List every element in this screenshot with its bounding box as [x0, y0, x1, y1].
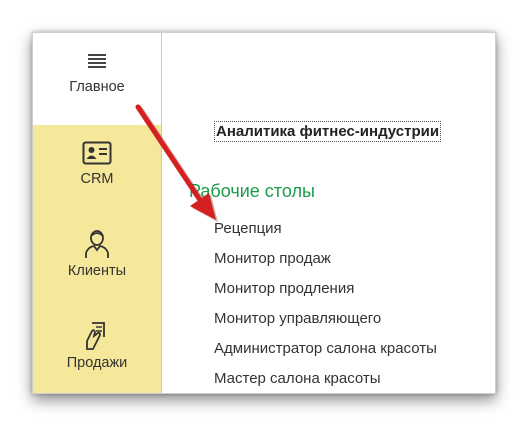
sidebar-item-label: Клиенты [67, 263, 127, 279]
main-content: Аналитика фитнес-индустрии Рабочие столы… [162, 33, 495, 393]
list-item-sales-monitor[interactable]: Монитор продаж [214, 249, 437, 279]
section-analytics-link[interactable]: Аналитика фитнес-индустрии [214, 121, 442, 142]
list-item-salon-master[interactable]: Мастер салона красоты [214, 369, 437, 393]
sidebar-item-crm[interactable]: CRM [33, 125, 161, 217]
menu-lines-icon [88, 54, 106, 68]
list-item-manager-monitor[interactable]: Монитор управляющего [214, 309, 437, 339]
sidebar-item-clients[interactable]: Клиенты [33, 217, 161, 309]
app-window: Главное CRM Клиенты Продажи Аналитика фи… [32, 32, 496, 394]
sidebar-item-label: CRM [80, 171, 114, 187]
group-title-workspaces: Рабочие столы [189, 181, 315, 201]
sidebar-item-label: Продажи [66, 355, 128, 371]
workspace-list: Рецепция Монитор продаж Монитор продлени… [214, 219, 437, 393]
person-icon [85, 230, 109, 258]
sidebar: Главное CRM Клиенты Продажи [33, 33, 162, 393]
sidebar-item-main[interactable]: Главное [33, 33, 161, 125]
list-item-salon-admin[interactable]: Администратор салона красоты [214, 339, 437, 369]
sidebar-item-label: Главное [69, 79, 125, 95]
sales-hand-icon [86, 322, 105, 350]
list-item-renewal-monitor[interactable]: Монитор продления [214, 279, 437, 309]
contact-card-icon [82, 141, 112, 165]
list-item-reception[interactable]: Рецепция [214, 219, 437, 249]
sidebar-item-sales[interactable]: Продажи [33, 309, 161, 393]
